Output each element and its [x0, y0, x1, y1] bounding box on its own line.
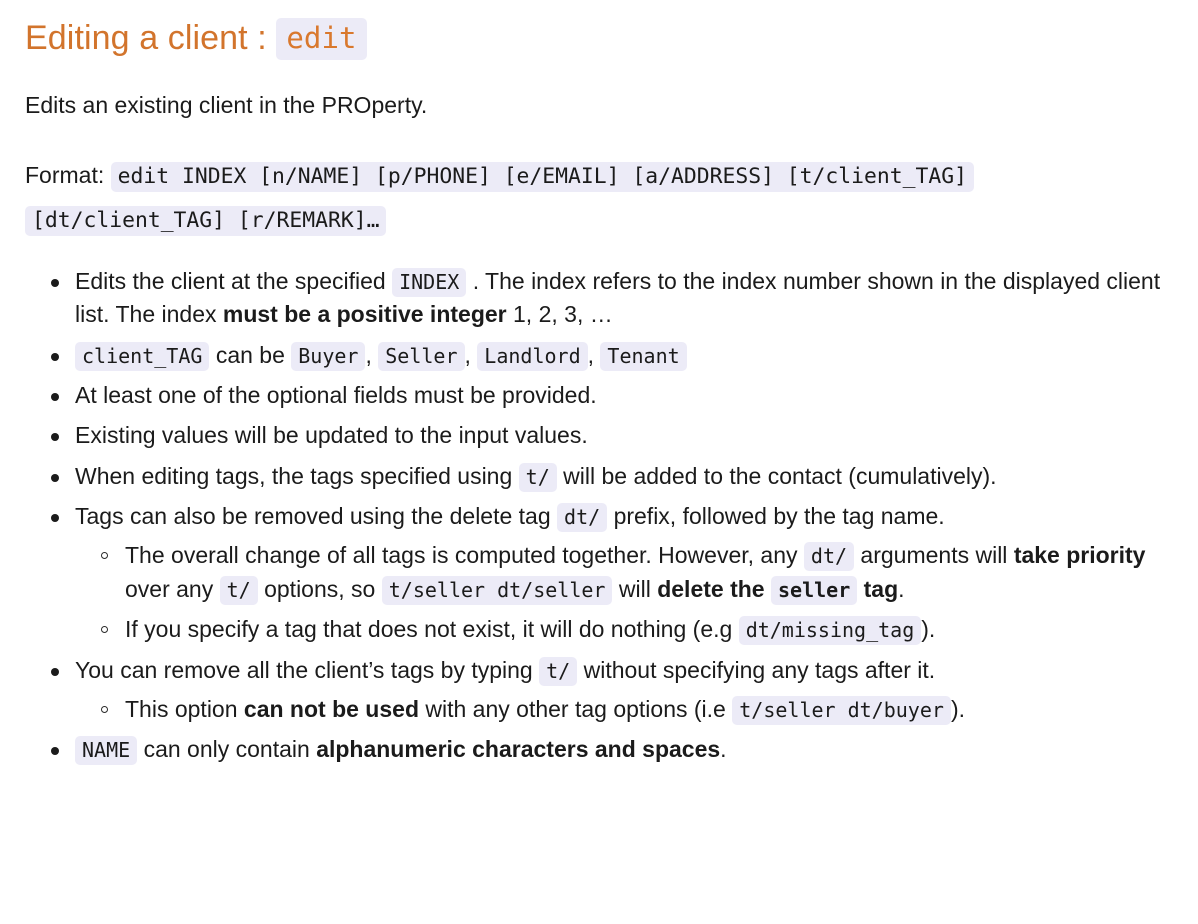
dt-prefix-chip: dt/ [557, 503, 608, 533]
page-title: Editing a client : edit [25, 14, 1190, 62]
remove-all-text-2: without specifying any tags after it. [583, 656, 936, 683]
list-item-remove-all-tags: You can remove all the client’s tags by … [51, 654, 1190, 727]
command-name-chip: edit [276, 18, 367, 60]
priority-text-1: The overall change of all tags is comput… [125, 542, 798, 569]
client-tag-text: can be [215, 341, 285, 368]
tag-separator-3: , [587, 341, 595, 368]
cannot-combine-text-2: with any other tag options (i.e [425, 695, 726, 722]
tag-value-buyer-chip: Buyer [291, 341, 366, 371]
name-chip: NAME [75, 736, 138, 766]
sublist-item-cannot-combine: This option can not be used with any oth… [101, 693, 1190, 726]
format-label: Format: [25, 161, 105, 188]
intro-paragraph: Edits an existing client in the PROperty… [25, 92, 428, 119]
t-prefix-chip-priority: t/ [219, 575, 258, 605]
remove-all-sublist: This option can not be used with any oth… [75, 693, 1190, 726]
sublist-item-missing-tag: If you specify a tag that does not exist… [101, 613, 1190, 646]
delete-tags-text-1: Tags can also be removed using the delet… [75, 503, 551, 530]
bullet-index-text-3: 1, 2, 3, … [513, 301, 613, 328]
list-item-add-tags: When editing tags, the tags specified us… [51, 460, 1190, 493]
t-prefix-chip-remove-all: t/ [539, 656, 578, 686]
cannot-combine-text-3: ). [950, 695, 965, 722]
priority-bold-1: take priority [1013, 542, 1146, 569]
list-item-delete-tags: Tags can also be removed using the delet… [51, 500, 1190, 646]
missing-tag-text-2: ). [921, 616, 936, 643]
bullet-index-bold: must be a positive integer [222, 301, 507, 328]
delete-tags-sublist: The overall change of all tags is comput… [75, 539, 1190, 646]
format-syntax-line-1: edit INDEX [n/NAME] [p/PHONE] [e/EMAIL] … [110, 161, 974, 192]
index-chip: INDEX [392, 268, 467, 298]
name-constraint-text-2: . [720, 736, 727, 763]
list-item-existing-values: Existing values will be updated to the i… [51, 419, 1190, 452]
name-constraint-text-1: can only contain [143, 736, 310, 763]
priority-bold-3-text: tag [863, 575, 899, 602]
dt-prefix-chip-priority: dt/ [803, 542, 855, 572]
example-t-seller-dt-buyer-chip: t/seller dt/buyer [732, 695, 951, 725]
documentation-page: Editing a client : edit Edits an existin… [0, 0, 1198, 767]
list-item-optional-fields: At least one of the optional fields must… [51, 379, 1190, 412]
t-prefix-chip-add: t/ [518, 462, 557, 492]
format-syntax-line-2: [dt/client_TAG] [r/REMARK]… [25, 205, 387, 236]
notes-list: Edits the client at the specified INDEX … [25, 265, 1190, 766]
add-tags-text-2: will be added to the contact (cumulative… [563, 462, 997, 489]
sublist-item-priority: The overall change of all tags is comput… [101, 539, 1190, 606]
tag-separator-2: , [464, 341, 471, 368]
priority-text-6: . [898, 575, 905, 602]
page-title-text: Editing a client : [25, 19, 267, 57]
bullet-index-text-1: Edits the client at the specified [75, 268, 386, 295]
cannot-combine-text-1: This option [125, 695, 238, 722]
add-tags-text-1: When editing tags, the tags specified us… [75, 462, 513, 489]
list-item-index: Edits the client at the specified INDEX … [51, 265, 1190, 332]
priority-bold-2-text: delete the [657, 575, 765, 602]
client-tag-chip: client_TAG [75, 341, 210, 371]
list-item-client-tag-values: client_TAG can be Buyer, Seller, Landlor… [51, 339, 1190, 372]
missing-tag-text-1: If you specify a tag that does not exist… [125, 616, 733, 643]
tag-value-tenant-chip: Tenant [600, 341, 687, 371]
list-item-name-constraint: NAME can only contain alphanumeric chara… [51, 733, 1190, 766]
cannot-combine-bold: can not be used [243, 695, 419, 722]
priority-text-5: will [618, 575, 651, 602]
tag-value-seller-chip: Seller [378, 341, 465, 371]
priority-text-3: over any [125, 575, 214, 602]
tag-value-landlord-chip: Landlord [477, 341, 588, 371]
priority-text-4: options, so [264, 575, 376, 602]
remove-all-text-1: You can remove all the client’s tags by … [75, 656, 533, 683]
dt-missing-tag-chip: dt/missing_tag [738, 616, 922, 646]
tag-separator-1: , [365, 341, 372, 368]
seller-tag-chip: seller [770, 575, 858, 605]
priority-text-2: arguments will [860, 542, 1008, 569]
example-t-seller-dt-seller-chip: t/seller dt/seller [381, 575, 613, 605]
format-paragraph: Format: edit INDEX [n/NAME] [p/PHONE] [e… [25, 153, 1190, 241]
name-constraint-bold: alphanumeric characters and spaces [316, 736, 721, 763]
delete-tags-text-2: prefix, followed by the tag name. [613, 503, 945, 530]
priority-bold-2: delete the seller tag [657, 575, 899, 605]
